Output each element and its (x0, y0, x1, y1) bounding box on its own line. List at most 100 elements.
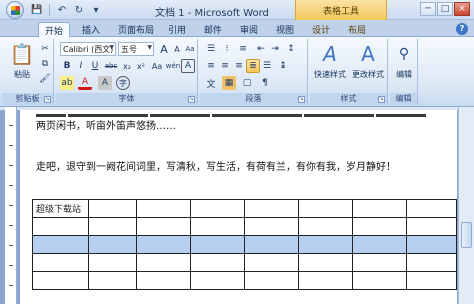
tab-references[interactable]: 引用 (162, 22, 192, 37)
font-launcher-icon[interactable]: ↘ (188, 96, 195, 103)
align-center-icon[interactable]: ≡ (218, 59, 232, 73)
table-cell[interactable] (352, 199, 407, 218)
table-row[interactable] (32, 253, 457, 272)
table-cell[interactable] (136, 217, 191, 236)
cut-icon[interactable]: ✂ (38, 42, 52, 56)
table-row-selected[interactable] (32, 235, 457, 254)
align-right-icon[interactable]: ≡ (232, 59, 246, 73)
vertical-ruler[interactable] (5, 107, 17, 304)
table-cell[interactable] (88, 271, 137, 290)
table-cell[interactable] (298, 253, 353, 272)
shading-icon[interactable]: ▦ (222, 76, 236, 90)
help-icon[interactable]: ? (456, 23, 468, 35)
grow-font-icon[interactable]: A (157, 42, 171, 56)
document-table[interactable]: 超级下载站 (32, 199, 457, 290)
table-cell[interactable] (136, 253, 191, 272)
table-cell[interactable] (298, 235, 353, 254)
increase-indent-icon[interactable]: ⇥ (268, 42, 282, 56)
vertical-scrollbar[interactable] (458, 107, 474, 304)
subscript-button[interactable]: x₂ (120, 59, 134, 73)
table-cell[interactable] (298, 199, 353, 218)
table-cell[interactable] (406, 235, 457, 254)
document-page[interactable]: 两页闲书，听亩外笛声悠扬…… 走吧，退守到一阙花间词里，写清秋，写生活，有荷有兰… (20, 110, 457, 304)
close-button[interactable]: × (454, 2, 470, 16)
scrollbar-thumb[interactable] (461, 222, 472, 248)
undo-icon[interactable]: ↶ (55, 3, 69, 17)
table-cell[interactable] (352, 235, 407, 254)
table-cell[interactable] (136, 271, 191, 290)
tab-review[interactable]: 审阅 (234, 22, 264, 37)
table-cell[interactable] (406, 217, 457, 236)
clipboard-launcher-icon[interactable]: ↘ (44, 96, 51, 103)
table-cell[interactable] (244, 199, 299, 218)
phonetic-guide-icon[interactable]: wén (166, 59, 180, 73)
tab-design[interactable]: 设计 (306, 22, 336, 37)
quick-styles-button[interactable]: A 快速样式 (312, 41, 348, 91)
table-cell[interactable] (190, 253, 245, 272)
bullets-icon[interactable]: ☰ (204, 42, 218, 56)
table-cell[interactable] (190, 199, 245, 218)
sort-icon[interactable]: ↕ (284, 42, 298, 56)
table-cell[interactable] (32, 253, 89, 272)
chinese-layout-icon[interactable]: 文 (204, 76, 218, 90)
table-cell[interactable] (190, 271, 245, 290)
table-cell[interactable] (136, 235, 191, 254)
table-row[interactable] (32, 217, 457, 236)
table-cell[interactable] (406, 199, 457, 218)
char-shading-icon[interactable]: A (98, 76, 112, 90)
save-icon[interactable]: 💾 (30, 3, 44, 17)
multilevel-list-icon[interactable]: ≡ (236, 42, 250, 56)
clear-format-icon[interactable]: Aa (183, 42, 197, 56)
format-painter-icon[interactable]: 🖌 (38, 72, 52, 86)
table-cell[interactable] (190, 235, 245, 254)
table-cell[interactable] (352, 217, 407, 236)
customize-qat-icon[interactable]: ▾ (89, 3, 103, 17)
table-cell[interactable] (244, 253, 299, 272)
table-cell[interactable] (244, 271, 299, 290)
underline-button[interactable]: U (88, 59, 102, 73)
tab-mailings[interactable]: 邮件 (198, 22, 228, 37)
line-spacing-icon[interactable]: ↨ (276, 59, 290, 73)
table-cell[interactable] (88, 217, 137, 236)
highlight-icon[interactable]: ab (60, 76, 74, 90)
change-case-icon[interactable]: Aa (150, 59, 164, 73)
tab-insert[interactable]: 插入 (76, 22, 106, 37)
table-cell[interactable] (88, 253, 137, 272)
table-cell[interactable] (298, 217, 353, 236)
table-cell[interactable] (244, 217, 299, 236)
font-color-icon[interactable]: A (78, 76, 92, 90)
table-cell[interactable] (406, 253, 457, 272)
table-cell[interactable] (298, 271, 353, 290)
table-cell[interactable] (136, 199, 191, 218)
font-size-select[interactable]: 五号 ▼ (118, 42, 154, 56)
table-cell[interactable] (244, 235, 299, 254)
table-row[interactable] (32, 271, 457, 290)
tab-page-layout[interactable]: 页面布局 (112, 22, 160, 37)
paragraph-launcher-icon[interactable]: ↘ (298, 96, 305, 103)
styles-launcher-icon[interactable]: ↘ (378, 96, 385, 103)
table-row[interactable]: 超级下载站 (32, 199, 457, 218)
superscript-button[interactable]: x² (134, 59, 148, 73)
strikethrough-button[interactable]: abc (104, 59, 118, 73)
office-button[interactable] (6, 1, 24, 19)
font-name-select[interactable]: Calibri (西文) ▼ (60, 42, 116, 56)
table-cell[interactable] (352, 271, 407, 290)
table-cell[interactable] (32, 217, 89, 236)
char-border-icon[interactable]: A (181, 59, 195, 73)
table-cell[interactable] (352, 253, 407, 272)
redo-icon[interactable]: ↻ (72, 3, 86, 17)
decrease-indent-icon[interactable]: ⇤ (254, 42, 268, 56)
tab-view[interactable]: 视图 (270, 22, 300, 37)
maximize-button[interactable]: □ (437, 2, 453, 16)
tab-home[interactable]: 开始 (38, 22, 71, 38)
justify-icon[interactable]: ≣ (246, 59, 260, 73)
table-cell[interactable] (32, 271, 89, 290)
table-cell[interactable]: 超级下载站 (32, 199, 89, 218)
table-cell[interactable] (32, 235, 89, 254)
table-cell[interactable] (88, 199, 137, 218)
paste-button[interactable]: 📋 粘贴 (4, 41, 40, 91)
table-cell[interactable] (190, 217, 245, 236)
table-cell[interactable] (406, 271, 457, 290)
minimize-button[interactable]: ─ (420, 2, 436, 16)
borders-icon[interactable]: ▢ (240, 76, 254, 90)
